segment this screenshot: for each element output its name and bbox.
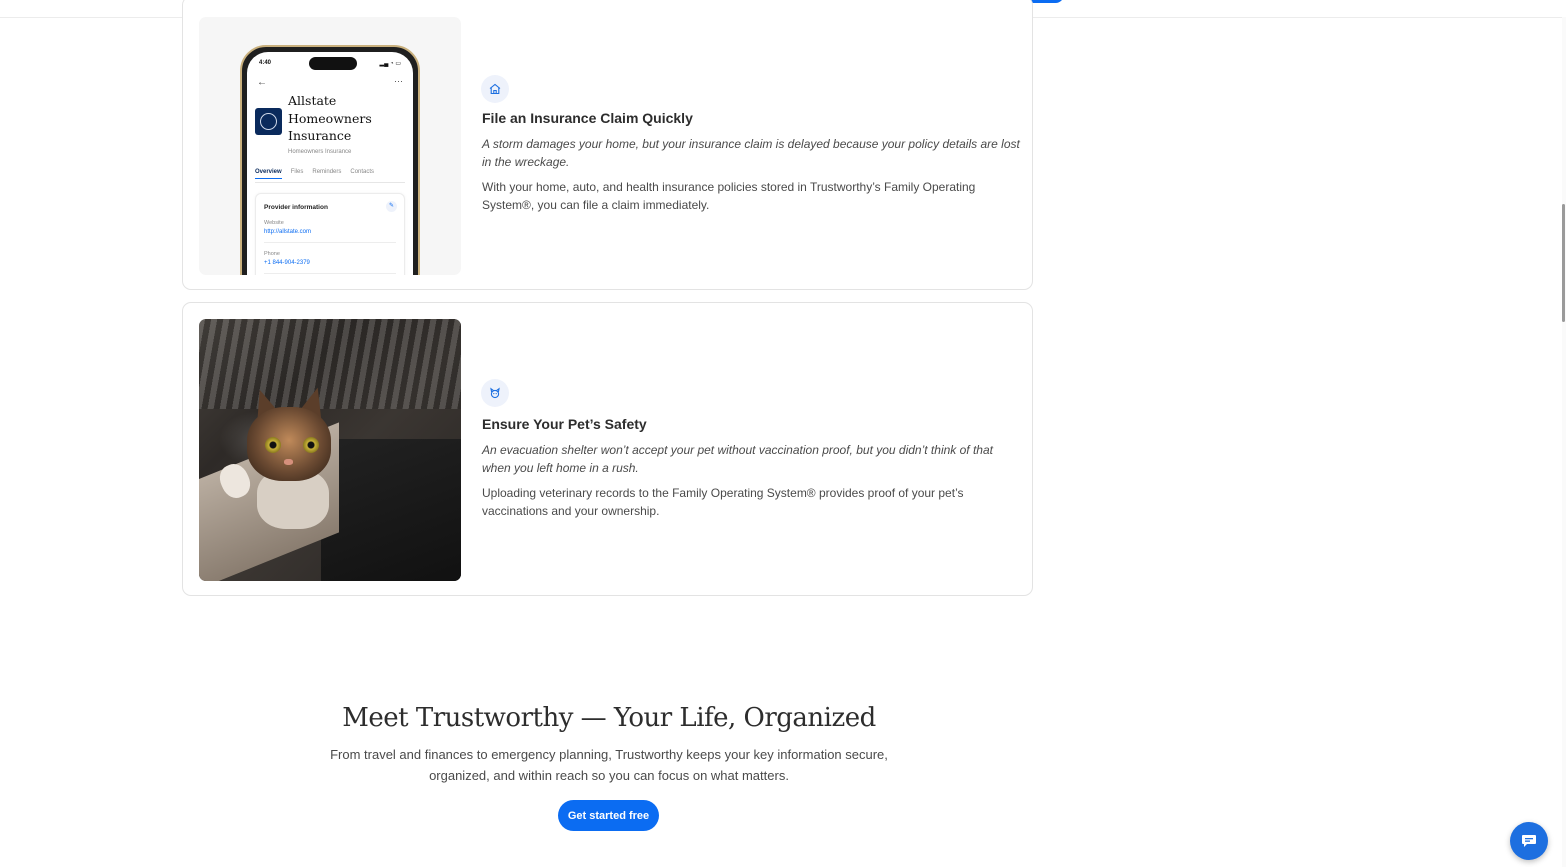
tab-contacts: Contacts — [350, 169, 375, 175]
phone-frame: 4:40 ▂▄ ◔ ▭ ← ··· Allstate Homeowners In… — [240, 45, 420, 275]
status-icons: ▂▄ ◔ ▭ — [379, 61, 402, 67]
info-divider — [264, 273, 396, 274]
get-started-button[interactable]: Get started free — [558, 800, 659, 831]
more-icon: ··· — [394, 76, 403, 86]
tab-files: Files — [290, 169, 304, 175]
website-label: Website — [264, 220, 284, 226]
allstate-logo — [255, 108, 282, 135]
card-body: Uploading veterinary records to the Fami… — [482, 486, 964, 518]
phone-label: Phone — [264, 251, 280, 257]
scrollbar-track[interactable] — [1562, 17, 1566, 867]
back-arrow-icon: ← — [257, 77, 267, 88]
card-body: With your home, auto, and health insuran… — [482, 180, 976, 212]
phone-value: +1 844-904-2379 — [264, 260, 310, 266]
house-icon — [481, 75, 509, 103]
dynamic-island — [309, 57, 357, 70]
phone-screen: 4:40 ▂▄ ◔ ▭ ← ··· Allstate Homeowners In… — [247, 52, 413, 275]
scrollbar-thumb[interactable] — [1562, 204, 1565, 322]
section-title: Meet Trustworthy — Your Life, Organized — [342, 703, 876, 733]
website-value: http://allstate.com — [264, 229, 312, 235]
info-divider — [264, 242, 396, 243]
cat-photo — [199, 319, 461, 581]
card-title: File an Insurance Claim Quickly — [482, 110, 693, 126]
provider-name: Allstate Homeowners Insurance — [288, 93, 372, 143]
section-subtitle: From travel and finances to emergency pl… — [330, 747, 888, 783]
card-scenario: A storm damages your home, but your insu… — [482, 137, 1020, 169]
tab-reminders: Reminders — [312, 169, 342, 175]
provider-info-card: Provider information ✎ Website http://al… — [255, 193, 405, 275]
use-case-card-insurance: 4:40 ▂▄ ◔ ▭ ← ··· Allstate Homeowners In… — [182, 0, 1033, 290]
chat-button[interactable] — [1510, 822, 1548, 860]
chat-icon — [1522, 835, 1536, 847]
phone-mockup-image: 4:40 ▂▄ ◔ ▭ ← ··· Allstate Homeowners In… — [199, 17, 461, 275]
status-time: 4:40 — [259, 60, 272, 66]
use-case-card-pet: Ensure Your Pet’s Safety An evacuation s… — [182, 302, 1033, 596]
card-scenario: An evacuation shelter won’t accept your … — [482, 443, 993, 475]
info-title: Provider information — [264, 204, 328, 211]
card-title: Ensure Your Pet’s Safety — [482, 416, 647, 432]
tab-divider — [255, 182, 405, 183]
paw-icon — [481, 379, 509, 407]
provider-tabs: Overview Files Reminders Contacts — [255, 169, 374, 179]
provider-category: Homeowners Insurance — [288, 149, 352, 155]
edit-icon: ✎ — [386, 201, 397, 212]
tab-overview: Overview — [255, 169, 282, 179]
